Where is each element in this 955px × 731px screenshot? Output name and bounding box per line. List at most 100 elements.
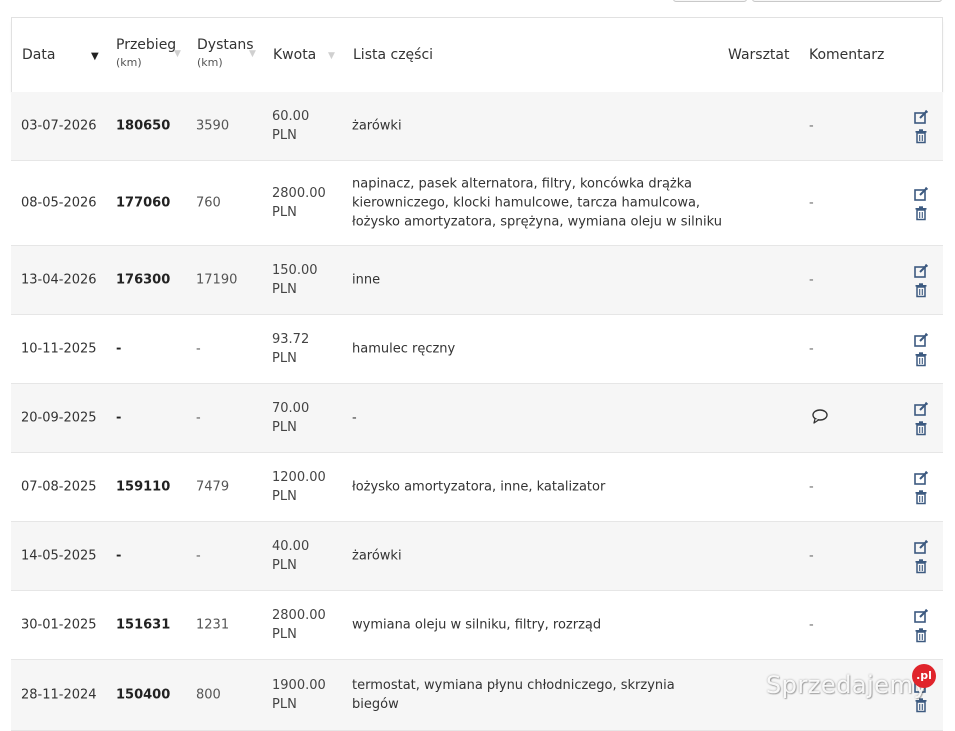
cell-mileage: 180650 [116, 118, 171, 134]
cell-parts: inne [352, 272, 381, 288]
service-history-table: Data ▼ Przebieg (km) ▼ Dystans (km) ▼ Kw… [11, 17, 943, 731]
row-actions [913, 539, 929, 574]
trash-icon[interactable] [913, 282, 929, 298]
header-date[interactable]: Data [22, 47, 55, 63]
cell-comment: - [809, 617, 814, 633]
sort-icon[interactable]: ▼ [174, 49, 181, 59]
row-actions [913, 470, 929, 505]
table-row: 08-05-2026 177060 760 2800.00 PLN napinacz, … [11, 161, 943, 246]
top-search-field[interactable] [752, 0, 942, 2]
cell-mileage: 151631 [116, 617, 171, 633]
sort-desc-icon[interactable]: ▼ [91, 51, 99, 62]
watermark-badge: .pl [912, 664, 936, 688]
cell-date: 13-04-2026 [21, 272, 97, 288]
comment-bubble-icon[interactable] [811, 408, 829, 428]
header-workshop-label: Warsztat [728, 47, 790, 63]
row-actions [913, 109, 929, 144]
cell-date: 14-05-2025 [21, 548, 97, 564]
cell-amount: 70.00 PLN [272, 401, 310, 435]
cell-mileage: 159110 [116, 479, 171, 495]
row-actions [913, 332, 929, 367]
cell-parts: wymiana oleju w silniku, filtry, rozrząd [352, 617, 602, 633]
table-row: 20-09-2025 - - 70.00 PLN - [11, 384, 943, 453]
cell-date: 28-11-2024 [21, 687, 97, 703]
trash-icon[interactable] [913, 420, 929, 436]
cell-mileage: 150400 [116, 687, 171, 703]
table-body: 03-07-2026 180650 3590 60.00 PLN żarówki -08-… [11, 92, 943, 731]
cell-date: 07-08-2025 [21, 479, 97, 495]
table-row: 14-05-2025 - - 40.00 PLN żarówki - [11, 522, 943, 591]
header-comment-label: Komentarz [809, 47, 885, 63]
edit-icon[interactable] [913, 539, 929, 555]
table-header: Data ▼ Przebieg (km) ▼ Dystans (km) ▼ Kw… [11, 17, 943, 92]
row-actions [913, 401, 929, 436]
cell-parts: - [352, 410, 357, 426]
cell-date: 30-01-2025 [21, 617, 97, 633]
top-button[interactable] [673, 0, 747, 2]
cell-mileage: - [116, 548, 122, 564]
cell-distance: 17190 [196, 272, 238, 288]
cell-mileage: 177060 [116, 195, 171, 211]
cell-amount: 2800.00 PLN [272, 186, 326, 220]
cell-distance: 760 [196, 195, 221, 211]
trash-icon[interactable] [913, 697, 929, 713]
cell-parts: napinacz, pasek alternatora, filtry, kon… [352, 176, 723, 230]
cell-comment: - [809, 272, 814, 288]
cell-comment: - [809, 195, 814, 211]
cell-date: 08-05-2026 [21, 195, 97, 211]
header-amount-label: Kwota [273, 47, 317, 63]
header-mileage-unit: (km) [116, 56, 142, 69]
edit-icon[interactable] [913, 401, 929, 417]
trash-icon[interactable] [913, 351, 929, 367]
trash-icon[interactable] [913, 627, 929, 643]
trash-icon[interactable] [913, 489, 929, 505]
table-row: 03-07-2026 180650 3590 60.00 PLN żarówki - [11, 92, 943, 161]
header-distance-label: Dystans [197, 37, 254, 53]
cell-amount: 2800.00 PLN [272, 608, 326, 642]
cell-amount: 150.00 PLN [272, 263, 318, 297]
row-actions [913, 608, 929, 643]
edit-icon[interactable] [913, 263, 929, 279]
header-comment: Komentarz [809, 47, 884, 63]
table-row: 10-11-2025 - - 93.72 PLN hamulec ręczny - [11, 315, 943, 384]
table-row: 13-04-2026 176300 17190 150.00 PLN inne - [11, 246, 943, 315]
edit-icon[interactable] [913, 332, 929, 348]
trash-icon[interactable] [913, 558, 929, 574]
cell-parts: żarówki [352, 548, 402, 564]
cell-distance: 1231 [196, 617, 230, 633]
trash-icon[interactable] [913, 128, 929, 144]
cell-parts: łożysko amortyzatora, inne, katalizator [352, 479, 606, 495]
watermark-logo: Sprzedajemy [766, 671, 928, 699]
sort-icon[interactable]: ▼ [249, 49, 256, 59]
edit-icon[interactable] [913, 109, 929, 125]
cell-amount: 40.00 PLN [272, 539, 310, 573]
trash-icon[interactable] [913, 205, 929, 221]
cell-amount: 1900.00 PLN [272, 678, 326, 712]
header-distance[interactable]: Dystans (km) [197, 37, 254, 69]
header-amount[interactable]: Kwota [273, 47, 316, 63]
cell-amount: 1200.00 PLN [272, 470, 326, 504]
cell-comment: - [809, 118, 814, 134]
header-parts-label: Lista części [353, 47, 434, 63]
cell-distance: 3590 [196, 118, 230, 134]
edit-icon[interactable] [913, 608, 929, 624]
cell-mileage: - [116, 410, 122, 426]
cell-date: 03-07-2026 [21, 118, 97, 134]
header-mileage[interactable]: Przebieg (km) [116, 37, 176, 69]
cell-comment: - [809, 341, 814, 357]
edit-icon[interactable] [913, 470, 929, 486]
sort-icon[interactable]: ▼ [328, 51, 335, 61]
header-date-label: Data [22, 47, 56, 63]
cell-distance: - [196, 341, 201, 357]
cell-distance: - [196, 410, 201, 426]
cell-mileage: 176300 [116, 272, 171, 288]
table-row: 30-01-2025 151631 1231 2800.00 PLN wymiana o… [11, 591, 943, 660]
cell-parts: hamulec ręczny [352, 341, 456, 357]
top-toolbar [0, 0, 955, 14]
edit-icon[interactable] [913, 186, 929, 202]
header-mileage-label: Przebieg [116, 37, 177, 53]
watermark-text: Sprzedajemy [766, 671, 929, 699]
cell-mileage: - [116, 341, 122, 357]
cell-comment: - [809, 548, 814, 564]
cell-parts: żarówki [352, 118, 402, 134]
